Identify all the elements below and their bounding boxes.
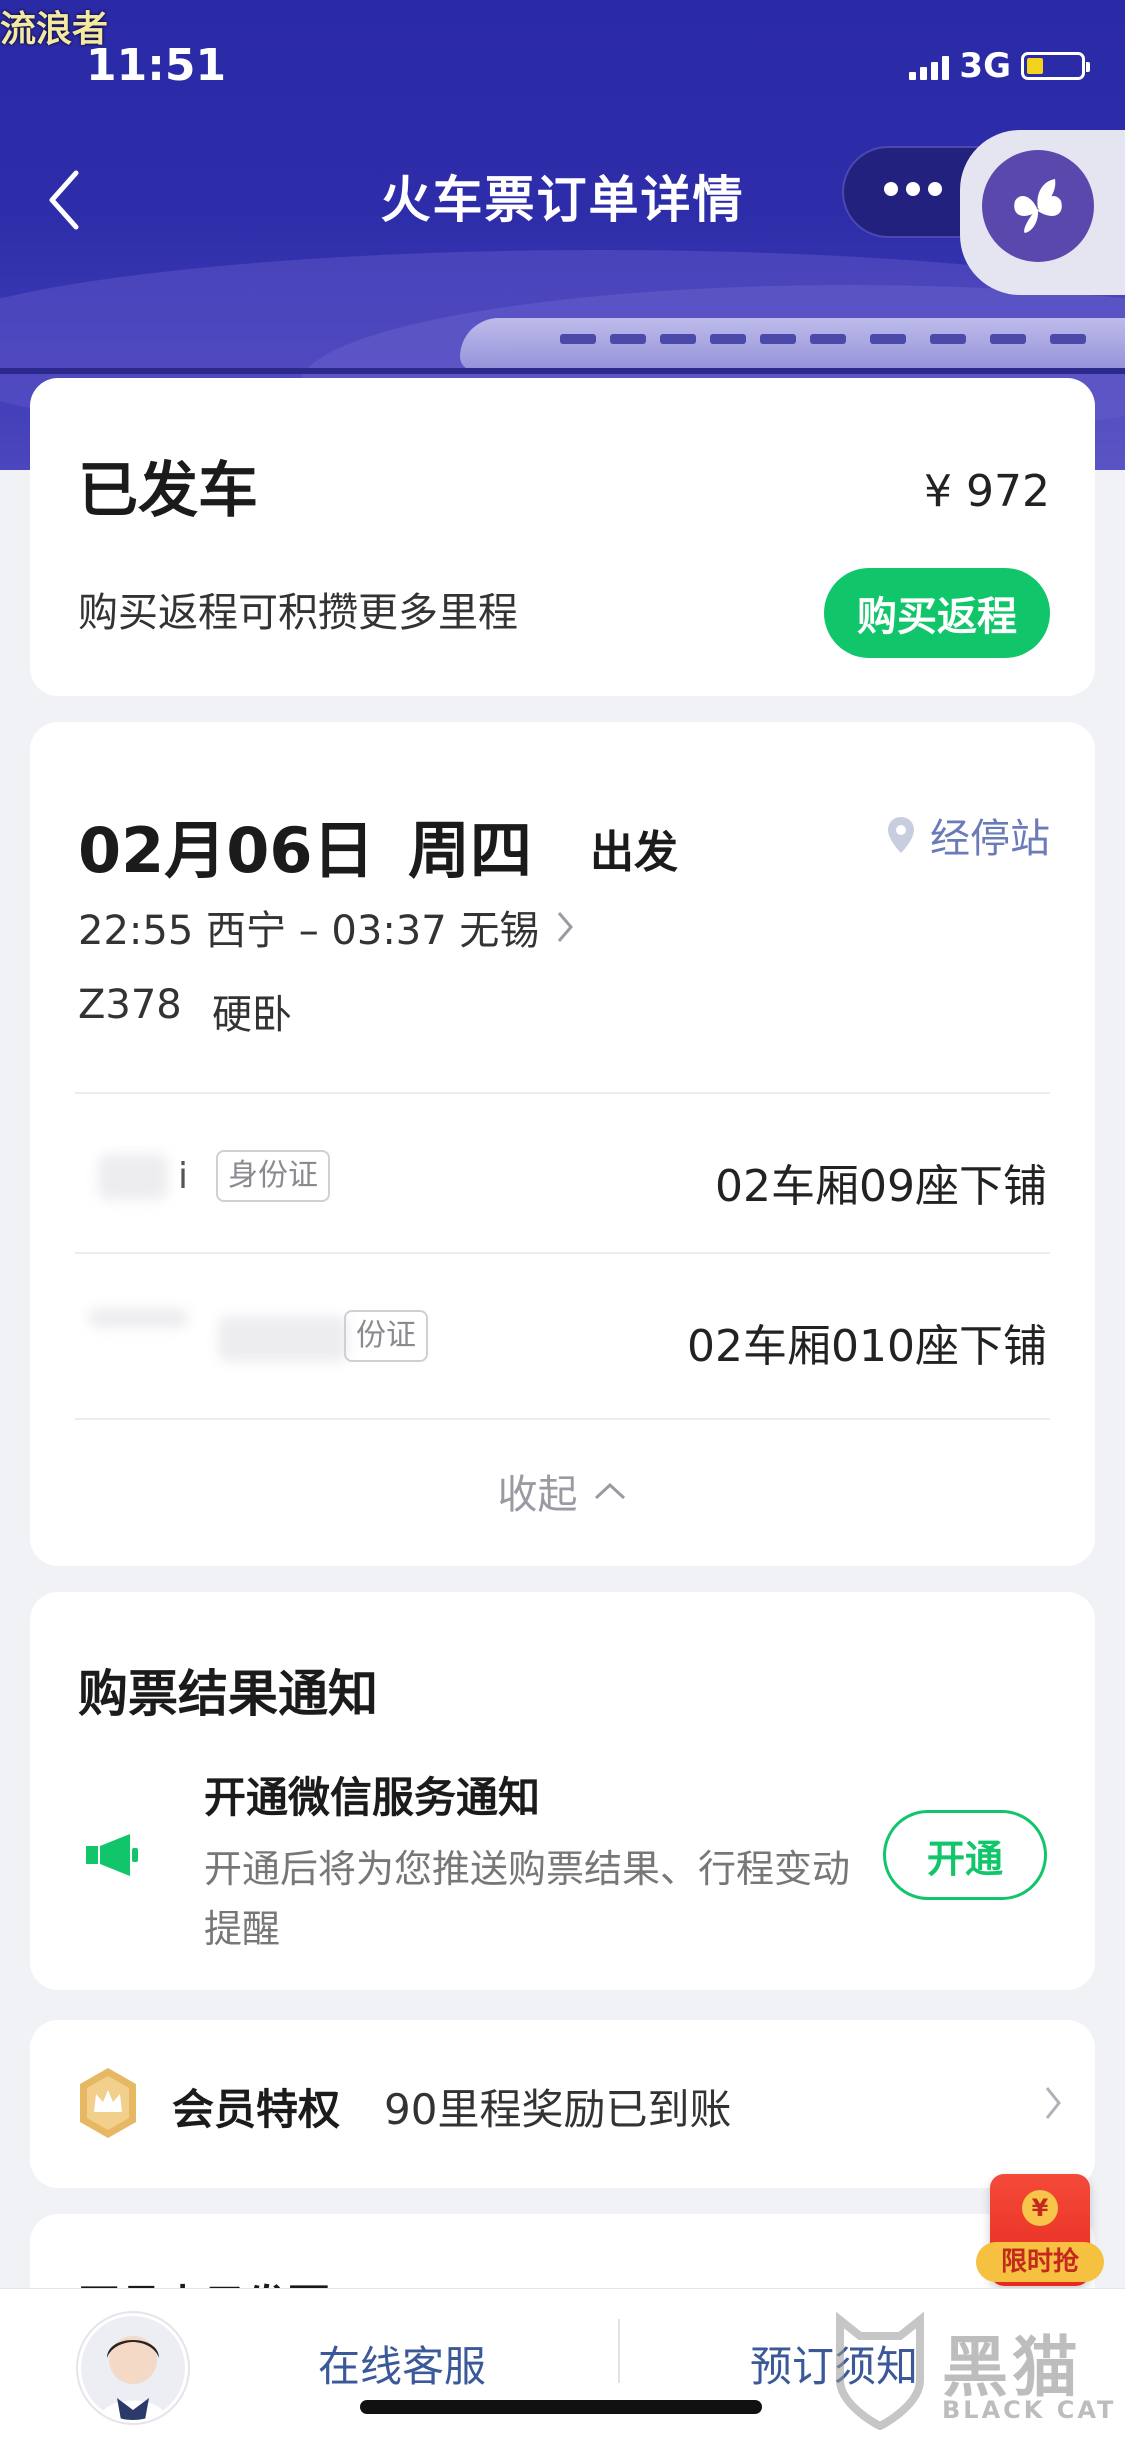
masked-id	[218, 1316, 348, 1362]
member-reward: 90里程奖励已到账	[384, 2085, 732, 2134]
depart-label: 出发	[590, 827, 678, 878]
notify-title: 购票结果通知	[78, 1665, 378, 1723]
id-type-tag: 身份证	[216, 1150, 330, 1202]
notify-card: 购票结果通知 开通微信服务通知 开通后将为您推送购票结果、行程变动 提醒 开通	[30, 1592, 1095, 1990]
network-type: 3G	[959, 46, 1011, 86]
divider	[618, 2319, 620, 2383]
status-time: 11:51	[86, 40, 227, 91]
crown-badge-icon	[76, 2066, 140, 2144]
route-text: 22:55 西宁 – 03:37 无锡	[78, 908, 540, 954]
chevron-right-icon	[1045, 2087, 1061, 2119]
collapse-toggle[interactable]: 收起	[30, 1462, 1095, 1520]
order-price: ¥ 972	[924, 466, 1050, 517]
passenger-row: 份证 02车厢010座下铺	[78, 1284, 1047, 1398]
seat-assignment: 02车厢09座下铺	[715, 1161, 1047, 1212]
promo-label: 限时抢	[976, 2242, 1104, 2282]
notify-subtitle: 开通微信服务通知	[204, 1773, 541, 1822]
home-indicator[interactable]	[360, 2400, 762, 2414]
order-status-card: 已发车 ¥ 972 购买返程可积攒更多里程 购买返程	[30, 378, 1095, 696]
name-fragment: i	[178, 1156, 189, 1197]
trip-date: 02月06日	[78, 814, 375, 887]
location-pin-icon	[888, 817, 914, 853]
divider	[75, 1092, 1050, 1094]
member-card[interactable]: 会员特权 90里程奖励已到账	[30, 2020, 1095, 2188]
enable-notify-button[interactable]: 开通	[883, 1810, 1047, 1900]
passenger-row: i 身份证 02车厢09座下铺	[78, 1124, 1047, 1238]
app-float-badge[interactable]	[960, 130, 1125, 295]
trip-card: 02月06日 周四 出发 经停站 22:55 西宁 – 03:37 无锡 Z37…	[30, 722, 1095, 1566]
seat-assignment: 02车厢010座下铺	[687, 1321, 1047, 1372]
order-status: 已发车	[78, 456, 258, 526]
agent-avatar[interactable]	[78, 2313, 188, 2423]
member-label: 会员特权	[172, 2085, 341, 2134]
stops-link[interactable]: 经停站	[886, 806, 1050, 864]
notify-desc-line1: 开通后将为您推送购票结果、行程变动	[204, 1847, 851, 1891]
route-link[interactable]: 22:55 西宁 – 03:37 无锡	[78, 898, 575, 956]
status-indicators: 3G	[909, 46, 1090, 86]
blackcat-watermark: 黑猫 BLACK CAT	[830, 2310, 1125, 2436]
collapse-label: 收起	[497, 1472, 578, 1518]
id-type-tag: 份证	[344, 1310, 428, 1362]
online-service-link[interactable]: 在线客服	[318, 2333, 486, 2394]
megaphone-icon	[82, 1830, 142, 1884]
cat-shield-icon	[836, 2311, 924, 2430]
divider	[75, 1418, 1050, 1420]
notify-desc-line2: 提醒	[204, 1907, 281, 1951]
masked-name	[98, 1154, 168, 1200]
promo-badge[interactable]: ¥ 限时抢	[976, 2170, 1116, 2300]
buy-return-button[interactable]: 购买返程	[824, 568, 1050, 658]
logo-en: BLACK CAT	[942, 2396, 1117, 2424]
chevron-up-icon	[594, 1482, 625, 1500]
battery-icon	[1021, 52, 1090, 80]
return-promo-text: 购买返程可积攒更多里程	[78, 590, 518, 636]
masked-name	[88, 1308, 188, 1328]
divider	[75, 1252, 1050, 1254]
signal-icon	[909, 52, 950, 80]
train-illustration	[460, 318, 1125, 370]
chevron-right-icon	[558, 912, 574, 942]
train-number: Z378	[78, 982, 182, 1028]
trip-weekday: 周四	[408, 814, 533, 887]
agent-avatar-icon	[99, 2336, 167, 2420]
more-dots-icon	[884, 182, 942, 196]
stops-label: 经停站	[930, 816, 1050, 862]
butterfly-logo-icon	[982, 150, 1094, 262]
seat-class: 硬卧	[212, 992, 292, 1038]
coin-icon: ¥	[1022, 2190, 1058, 2226]
rail-line	[0, 368, 1125, 374]
